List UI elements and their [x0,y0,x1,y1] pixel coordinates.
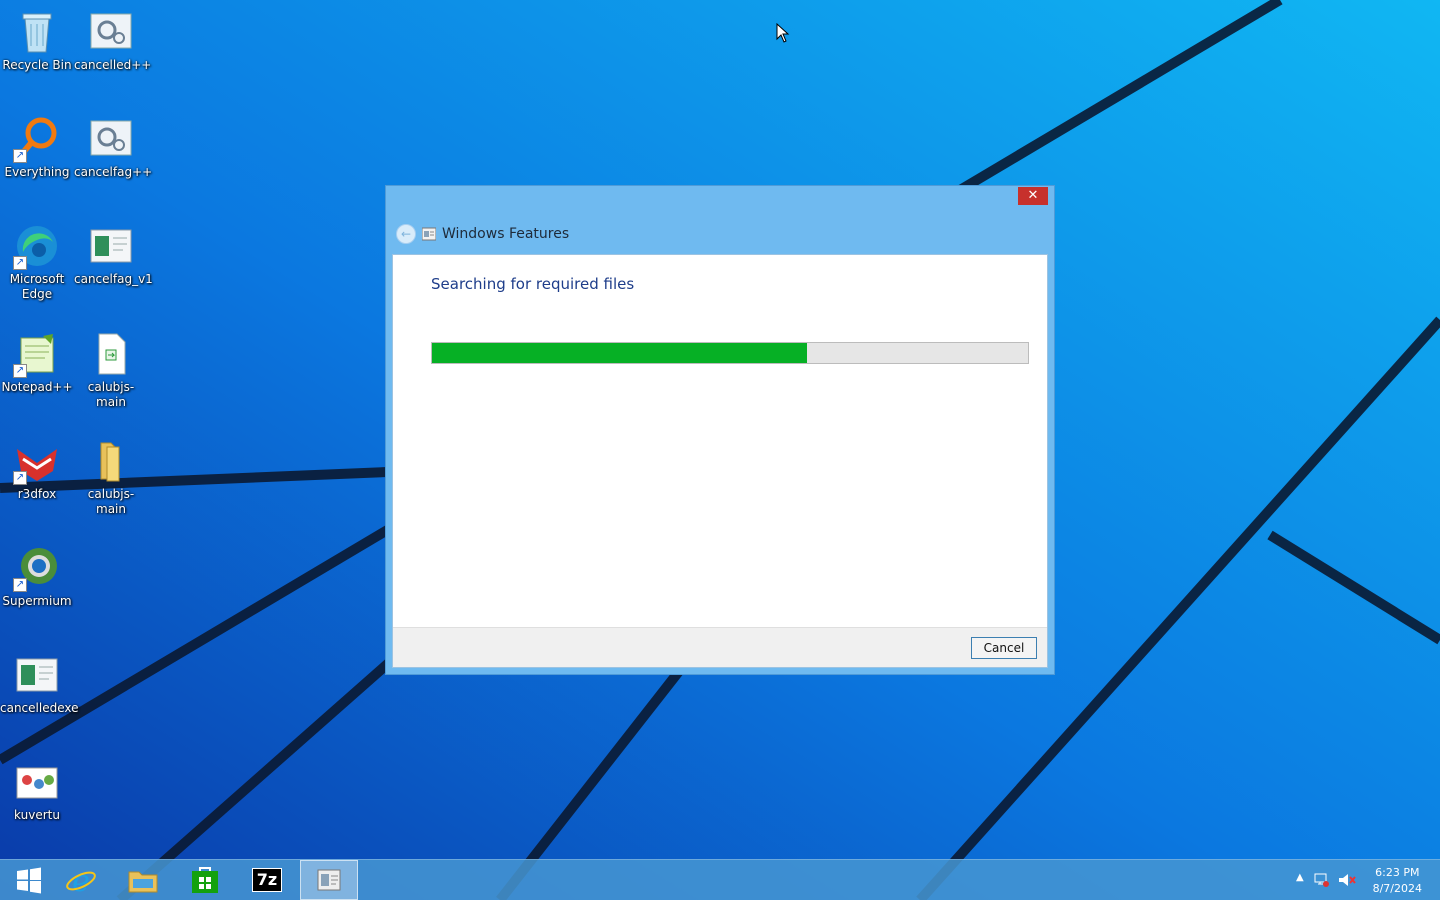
status-text: Searching for required files [431,275,635,293]
desktop-icon-kuvertu[interactable]: kuvertu [0,758,74,823]
desktop-icon-recycle-bin[interactable]: Recycle Bin [0,8,74,73]
edge-icon: ↗ [13,222,61,270]
everything-search-icon: ↗ [13,115,61,163]
mouse-cursor-icon [776,23,790,43]
taskbar-clock[interactable]: 6:23 PM 8/7/2024 [1373,865,1422,897]
image-icon [13,758,61,806]
desktop-icon-calubjs-main-file[interactable]: calubjs-main [74,330,148,410]
internet-explorer-icon: e [66,864,96,896]
taskbar-file-explorer[interactable] [114,860,172,900]
desktop-icon-label: Supermium [2,594,72,608]
desktop-icon-label: cancelfag++ [74,165,153,179]
desktop-icon-cancelfag[interactable]: cancelfag++ [74,115,152,180]
gear-document-icon [87,115,135,163]
shortcut-arrow-icon: ↗ [13,471,27,485]
windows-features-icon [422,227,436,241]
shortcut-arrow-icon: ↗ [13,364,27,378]
dialog-content: Searching for required files Cancel [392,254,1048,668]
window-document-icon [13,651,61,699]
clock-date: 8/7/2024 [1372,882,1422,895]
desktop-icon-r3dfox[interactable]: ↗ r3dfox [0,437,74,502]
svg-text:e: e [72,864,90,896]
desktop-icon-cancelledexe[interactable]: cancelledexe [0,651,79,716]
store-icon [192,867,218,893]
file-explorer-icon [128,871,158,893]
taskbar-7zip[interactable]: 7z [238,860,296,900]
recycle-bin-icon [13,8,61,56]
chevron-up-icon[interactable]: ▲ [1296,872,1304,883]
taskbar-windows-features[interactable] [300,860,358,900]
back-arrow-icon[interactable]: ← [396,224,416,244]
progress-bar [431,342,1029,364]
taskbar-store[interactable] [176,860,234,900]
start-icon [17,867,41,894]
dialog-footer: Cancel [393,627,1047,667]
desktop-icon-label: calubjs-main [87,487,135,516]
file-shortcut-icon [87,330,135,378]
gear-document-icon [87,8,135,56]
shortcut-arrow-icon: ↗ [13,256,27,270]
windows-features-dialog: ✕ ← Windows Features Searching for requi… [385,185,1055,675]
cancel-button[interactable]: Cancel [971,637,1037,659]
start-button[interactable] [0,860,58,900]
desktop-icon-label: cancelled++ [74,58,152,72]
shortcut-arrow-icon: ↗ [13,149,27,163]
notepad-plus-plus-icon: ↗ [13,330,61,378]
desktop-icon-cancelfag-v1[interactable]: cancelfag_v1 [74,222,153,287]
dialog-title-bar: ← Windows Features [396,224,996,244]
desktop-icon-supermium[interactable]: ↗ Supermium [0,544,74,609]
window-document-icon [87,222,135,270]
desktop-icon-label: Everything [4,165,70,179]
shortcut-arrow-icon: ↗ [13,578,27,592]
network-icon[interactable] [1314,872,1330,888]
dialog-title: Windows Features [442,226,570,242]
folder-icon [87,437,135,485]
taskbar: e 7z ▲ 6:23 PM 8/7/2024 [0,859,1440,900]
volume-muted-icon[interactable] [1338,872,1356,888]
desktop-icon-label: Notepad++ [1,380,73,394]
desktop-icon-cancelled[interactable]: cancelled++ [74,8,152,73]
desktop-icon-microsoft-edge[interactable]: ↗ Microsoft Edge [0,222,74,302]
desktop-icon-label: kuvertu [14,808,60,822]
desktop-icon-calubjs-main-folder[interactable]: calubjs-main [74,437,148,517]
clock-time: 6:23 PM [1375,866,1420,879]
desktop-icon-label: r3dfox [17,487,57,501]
desktop-icon-label: calubjs-main [87,380,135,409]
desktop-icon-notepad-plus-plus[interactable]: ↗ Notepad++ [0,330,74,395]
desktop-icon-everything[interactable]: ↗ Everything [0,115,74,180]
windows-features-icon [317,869,341,891]
7zip-icon: 7z [252,868,282,892]
progress-fill [432,343,808,363]
close-button[interactable]: ✕ [1018,187,1048,205]
desktop-icon-label: cancelledexe [0,701,79,715]
system-tray: ▲ 6:23 PM 8/7/2024 [1280,860,1440,900]
desktop-icon-label: Recycle Bin [2,58,72,72]
supermium-icon: ↗ [13,544,61,592]
desktop-icon-label: cancelfag_v1 [74,272,153,286]
desktop-icon-label: Microsoft Edge [9,272,65,301]
r3dfox-icon: ↗ [13,437,61,485]
taskbar-internet-explorer[interactable]: e [52,860,110,900]
